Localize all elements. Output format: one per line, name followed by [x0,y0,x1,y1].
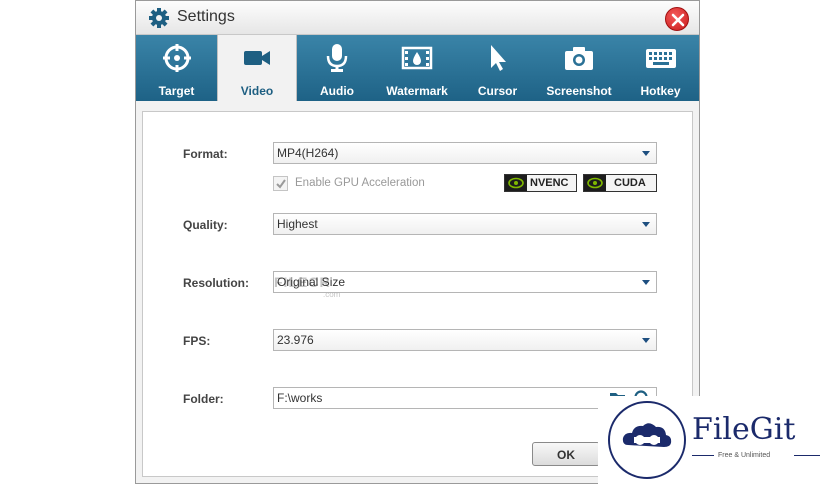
resolution-select[interactable]: Original Size [273,271,657,293]
tab-cursor[interactable]: Cursor [457,35,538,101]
ok-button[interactable]: OK [532,442,600,466]
resolution-value: Original Size [277,275,346,289]
nvenc-badge: NVENC [504,174,577,192]
microphone-icon [326,44,348,72]
filegit-emblem [608,401,686,479]
format-label: Format: [183,147,228,161]
tagline-rule [794,455,820,456]
tab-label: Hotkey [640,84,681,98]
quality-select[interactable]: Highest [273,213,657,235]
keyboard-icon [645,49,676,68]
close-icon [671,13,685,27]
tab-hotkey[interactable]: Hotkey [620,35,701,101]
chevron-down-icon [642,280,650,285]
tab-audio[interactable]: Audio [297,35,377,101]
tab-label: Watermark [386,84,448,98]
format-value: MP4(H264) [277,146,339,160]
tab-label: Audio [320,84,354,98]
window-title: Settings [177,8,235,25]
chevron-down-icon [642,151,650,156]
tab-screenshot[interactable]: Screenshot [538,35,620,101]
checkbox-box [273,176,288,191]
cuda-text: CUDA [614,177,646,189]
cursor-icon [490,45,506,71]
checkmark-icon [276,179,286,189]
format-select[interactable]: MP4(H264) [273,142,657,164]
chevron-down-icon [642,338,650,343]
nvidia-logo-icon [584,175,606,191]
chevron-down-icon [642,222,650,227]
tab-label: Target [158,84,195,98]
quality-label: Quality: [183,218,228,232]
cloud-icon [622,423,672,447]
video-camera-icon [244,51,270,65]
tab-target[interactable]: Target [136,35,217,101]
close-button[interactable] [665,7,689,31]
fps-select[interactable]: 23.976 [273,329,657,351]
resolution-label: Resolution: [183,276,249,290]
quality-value: Highest [277,217,318,231]
nvidia-logo-icon [505,175,527,191]
fps-label: FPS: [183,334,211,348]
filegit-name: FileGit [692,412,796,447]
fps-value: 23.976 [277,333,314,347]
cuda-badge: CUDA [583,174,657,192]
tab-watermark[interactable]: Watermark [377,35,457,101]
film-icon [401,46,433,70]
filegit-tagline: Free & Unlimited [718,452,771,459]
tab-video[interactable]: Video [217,35,297,101]
tab-label: Cursor [477,84,518,98]
nvenc-text: NVENC [530,177,569,189]
gear-icon [149,8,169,28]
folder-label: Folder: [183,392,224,406]
target-icon [162,44,191,72]
tagline-rule [692,455,714,456]
tab-label: Video [240,84,274,98]
folder-value: F:\works [277,391,323,405]
title-bar: Settings [136,1,699,35]
camera-icon [565,47,593,70]
tab-label: Screenshot [546,84,612,98]
tab-bar: Target Video Audio Watermark Cursor Scre… [136,35,699,101]
filegit-logo: FileGit Free & Unlimited [598,396,836,484]
gpu-acceleration-label: Enable GPU Acceleration [295,177,425,189]
